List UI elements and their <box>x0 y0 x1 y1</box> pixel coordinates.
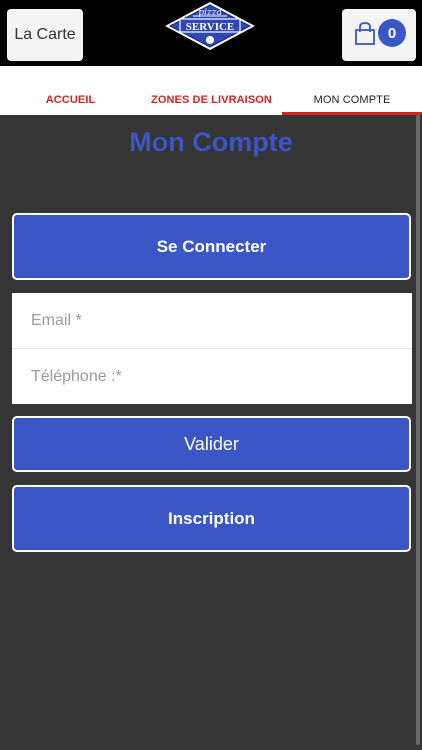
se-connecter-button[interactable]: Se Connecter <box>12 213 411 280</box>
se-connecter-label: Se Connecter <box>156 236 267 256</box>
page-title: Mon Compte <box>129 127 293 157</box>
valider-button[interactable]: Valider <box>12 416 411 472</box>
tab-mon-compte[interactable]: MON COMPTE <box>282 94 422 114</box>
tab-zones-de-livraison[interactable]: ZONES DE LIVRAISON <box>141 94 282 114</box>
inscription-label: Inscription <box>168 508 255 528</box>
logo-text: SERVICE <box>186 21 235 33</box>
nav-bar: ACCUEIL ZONES DE LIVRAISON MON COMPTE <box>0 66 422 116</box>
top-bar: La Carte pizza SERVICE 0 <box>0 0 422 66</box>
tab-accueil[interactable]: ACCUEIL <box>0 94 141 114</box>
pizza-service-logo[interactable]: pizza SERVICE <box>163 0 257 52</box>
cart-button[interactable]: 0 <box>342 9 416 61</box>
menu-button[interactable]: La Carte <box>7 9 83 61</box>
valider-label: Valider <box>184 433 239 454</box>
shopping-bag-icon <box>355 22 375 45</box>
telephone-input[interactable] <box>12 349 412 404</box>
inscription-button[interactable]: Inscription <box>12 485 411 552</box>
account-panel: Mon Compte Se Connecter Valider Inscript… <box>0 115 422 750</box>
cart-count-badge: 0 <box>378 19 406 47</box>
login-form <box>12 293 412 404</box>
logo-script-text: pizza <box>198 8 222 18</box>
scrollbar[interactable] <box>416 115 420 745</box>
email-input[interactable] <box>12 293 412 348</box>
menu-button-label: La Carte <box>14 26 76 43</box>
